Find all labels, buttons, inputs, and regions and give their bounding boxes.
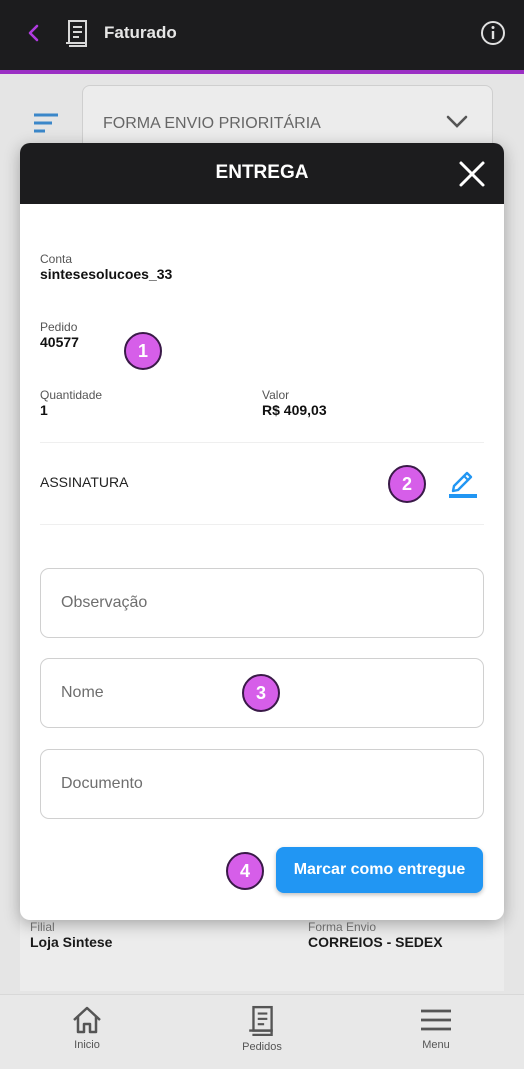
bottom-navigation: Inicio Pedidos Menu [0,994,524,1069]
forma-envio-label: Forma Envio [308,920,377,934]
pencil-icon[interactable] [448,467,478,499]
select-value: FORMA ENVIO PRIORITÁRIA [103,115,321,132]
nav-label: Pedidos [242,1041,282,1053]
mark-delivered-button[interactable]: Marcar como entregue [276,847,483,893]
step-marker: 2 [388,465,426,503]
valor-label: Valor [262,388,290,402]
conta-value: sintesesolucoes_33 [40,266,173,282]
quantidade-value: 1 [40,402,48,418]
conta-label: Conta [40,252,73,266]
modal-header: ENTREGA [20,143,504,204]
step-marker: 1 [124,332,162,370]
delivery-modal: ENTREGA Conta sintesesolucoes_33 Pedido … [20,143,504,920]
filial-label: Filial [30,920,55,934]
valor-value: R$ 409,03 [262,402,327,418]
filter-icon[interactable] [33,112,59,134]
chevron-left-icon[interactable] [22,20,46,46]
info-icon[interactable] [480,20,506,46]
chevron-down-icon [446,115,468,128]
filial-value: Loja Sintese [30,934,113,950]
close-icon[interactable] [458,160,486,188]
observacao-input[interactable] [40,568,484,638]
menu-icon [421,1009,451,1031]
quantidade-label: Quantidade [40,388,103,402]
nav-label: Inicio [74,1039,100,1051]
nav-label: Menu [422,1039,450,1051]
app-bar: Faturado [0,0,524,70]
assinatura-label: ASSINATURA [40,474,129,490]
forma-envio-value: CORREIOS - SEDEX [308,934,443,950]
pedido-label: Pedido [40,320,78,334]
documento-input[interactable] [40,749,484,819]
pedido-value: 40577 [40,334,79,350]
receipt-icon [249,1005,273,1037]
divider [40,442,484,443]
divider [40,524,484,525]
home-icon [73,1006,101,1034]
modal-title: ENTREGA [215,162,309,183]
step-marker: 4 [226,852,264,890]
nav-item-inicio[interactable]: Inicio [32,1005,142,1065]
nav-item-pedidos[interactable]: Pedidos [207,1005,317,1065]
receipt-icon [66,20,87,47]
page-title: Faturado [104,23,177,42]
nav-item-menu[interactable]: Menu [381,1005,491,1065]
step-marker: 3 [242,674,280,712]
